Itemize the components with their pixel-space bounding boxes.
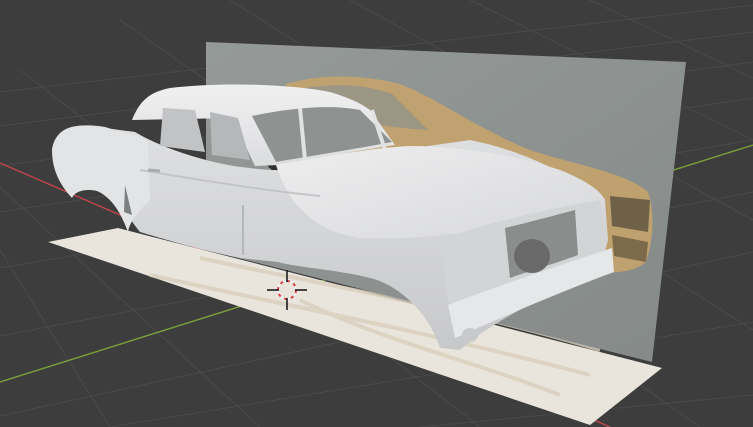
grille-wheel-visible: [514, 239, 550, 273]
door-handle: [147, 168, 161, 173]
fog-light: [462, 328, 478, 342]
3d-viewport[interactable]: [0, 0, 753, 427]
